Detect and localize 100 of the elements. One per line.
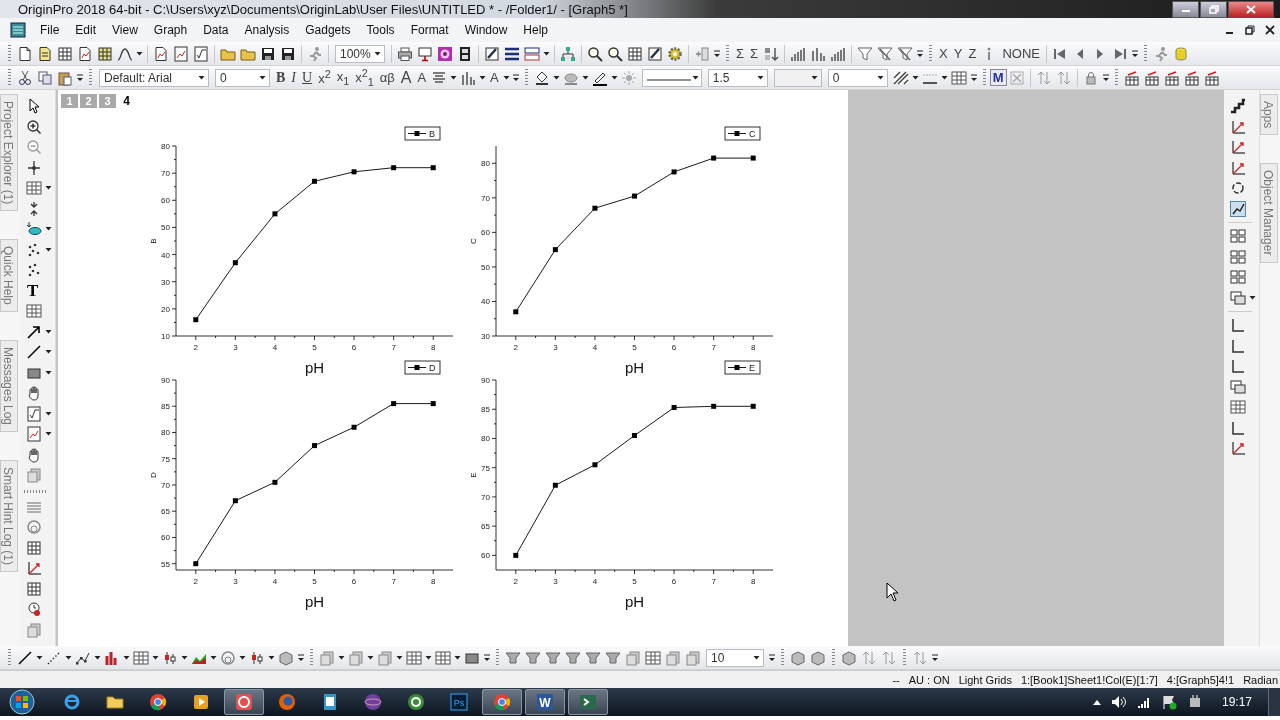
menu-item[interactable]: Analysis (236, 21, 298, 39)
zoom-dropdown[interactable]: 100% (335, 44, 385, 63)
tick-label: 85 (481, 405, 490, 415)
tick-label: 7 (391, 343, 396, 352)
tick-label: 5 (632, 343, 637, 352)
menu-item[interactable]: Tools (358, 21, 403, 39)
tick-label: 5 (312, 577, 317, 586)
menu-item[interactable]: Window (456, 21, 516, 39)
menu-item[interactable]: View (104, 21, 146, 39)
tick-label: 65 (161, 507, 170, 517)
tick-label: 8 (751, 343, 756, 352)
z-button[interactable]: Z (965, 46, 980, 61)
tick-label: 2 (193, 343, 198, 352)
panel-tab[interactable]: Messages Log (0, 340, 18, 433)
sum-button[interactable]: Σ (733, 46, 748, 61)
text-tool-button[interactable]: T (24, 281, 42, 300)
tick-label: 50 (161, 223, 170, 233)
italic-button[interactable]: I (288, 69, 299, 86)
tick-label: 7 (391, 577, 396, 586)
tick-label: 60 (481, 551, 490, 561)
tick-label: 2 (513, 343, 518, 352)
tick-label: 3 (553, 577, 558, 586)
axis-title: pH (304, 593, 325, 610)
size-dropdown[interactable]: 10 (706, 648, 764, 667)
tick-label: 8 (431, 577, 436, 586)
legend-label: B (429, 129, 435, 139)
taskbar-button[interactable]: Ps (439, 689, 479, 715)
taskbar-button[interactable]: W (525, 689, 565, 715)
tick-label: 55 (161, 559, 170, 569)
axis-title: E (469, 472, 478, 478)
tick-label: 30 (161, 277, 170, 287)
panel-tab[interactable]: Project Explorer (1) (0, 94, 18, 212)
tick-label: 7 (711, 577, 716, 586)
panel-tab[interactable]: Apps (1260, 94, 1278, 136)
tick-label: 85 (161, 402, 170, 412)
superscript-button[interactable]: x$^{2}$ (315, 68, 334, 87)
menu-item[interactable]: Graph (145, 21, 196, 39)
tick-label: 70 (161, 480, 170, 490)
tick-label: 70 (161, 169, 170, 179)
axis-title: pH (624, 593, 645, 610)
tick-label: 65 (481, 522, 490, 532)
tick-label: 70 (481, 193, 490, 203)
menu-item[interactable]: File (32, 21, 68, 39)
status-text: Radian (1243, 673, 1278, 686)
font-color-button[interactable]: A (487, 70, 502, 85)
tick-label: 5 (632, 577, 637, 586)
tick-label: 8 (431, 343, 436, 352)
x-button[interactable]: X (936, 46, 951, 61)
tick-label: 90 (481, 376, 490, 385)
font-dropdown[interactable]: Default: Arial (99, 68, 209, 87)
bold-button[interactable]: B (273, 69, 289, 86)
tick-label: 4 (592, 343, 598, 352)
tick-label: 3 (233, 343, 238, 352)
tick-label: 6 (671, 343, 677, 352)
tick-label: 6 (351, 577, 357, 586)
tick-label: 6 (671, 577, 677, 586)
tick-label: 4 (272, 577, 278, 586)
window-title: OriginPro 2018 64-bit - C:\Users\xyz\Documents\OriginLab\User Files\UNTITLED * - /Folder1/ - [Graph5 *] (17, 1, 629, 17)
menu-item[interactable]: Gadgets (297, 21, 359, 39)
underline-button[interactable]: U (299, 69, 316, 86)
sum-button[interactable]: Σ (747, 46, 762, 61)
y-button[interactable]: Y (950, 46, 966, 61)
panel-tab[interactable]: Object Manager (1260, 163, 1278, 263)
panel-tab[interactable]: Smart Hint Log (1) (0, 460, 18, 573)
legend-label: D (429, 363, 436, 373)
menu-item[interactable]: Data (195, 21, 237, 39)
tick-label: 80 (481, 159, 490, 169)
tick-label: 4 (272, 343, 278, 352)
status-text: -- (892, 673, 900, 686)
tick-label: 8 (751, 577, 756, 586)
pattern-dropdown[interactable]: 0 (827, 68, 888, 87)
tick-label: 30 (481, 332, 490, 341)
tick-label: 40 (481, 297, 490, 307)
tick-label: 70 (481, 492, 490, 502)
greek-button[interactable]: αβ (376, 70, 398, 85)
app-icon: Ps (449, 692, 469, 712)
tick-label: 4 (592, 577, 598, 586)
status-text: AU : ON (908, 673, 950, 686)
tick-label: 60 (161, 533, 170, 543)
clock[interactable]: 19:17 (1221, 695, 1252, 709)
axis-title: pH (624, 359, 645, 376)
menu-item[interactable]: Edit (67, 21, 105, 39)
line-width-dropdown[interactable]: 1.5 (707, 68, 768, 87)
panel-tab[interactable]: Quick Help (0, 239, 18, 313)
m-button[interactable]: M (989, 69, 1007, 86)
none-button[interactable]: NONE (999, 46, 1043, 61)
menu-item[interactable]: Format (402, 21, 457, 39)
font-size-dropdown[interactable]: 0 (215, 68, 270, 87)
axis-title: D (149, 472, 158, 478)
tick-label: 7 (711, 343, 716, 352)
tick-label: 20 (161, 304, 170, 314)
tick-label: 6 (351, 343, 357, 352)
shrink-font-button[interactable]: A (414, 70, 430, 85)
tick-label: 3 (233, 577, 238, 586)
tick-label: 10 (161, 332, 170, 341)
subscript-button[interactable]: x$_{1}$ (333, 68, 353, 87)
grow-font-button[interactable]: A (397, 68, 415, 87)
tick-label: 40 (161, 250, 170, 260)
tick-label: 75 (481, 463, 490, 473)
menu-item[interactable]: Help (515, 21, 556, 39)
